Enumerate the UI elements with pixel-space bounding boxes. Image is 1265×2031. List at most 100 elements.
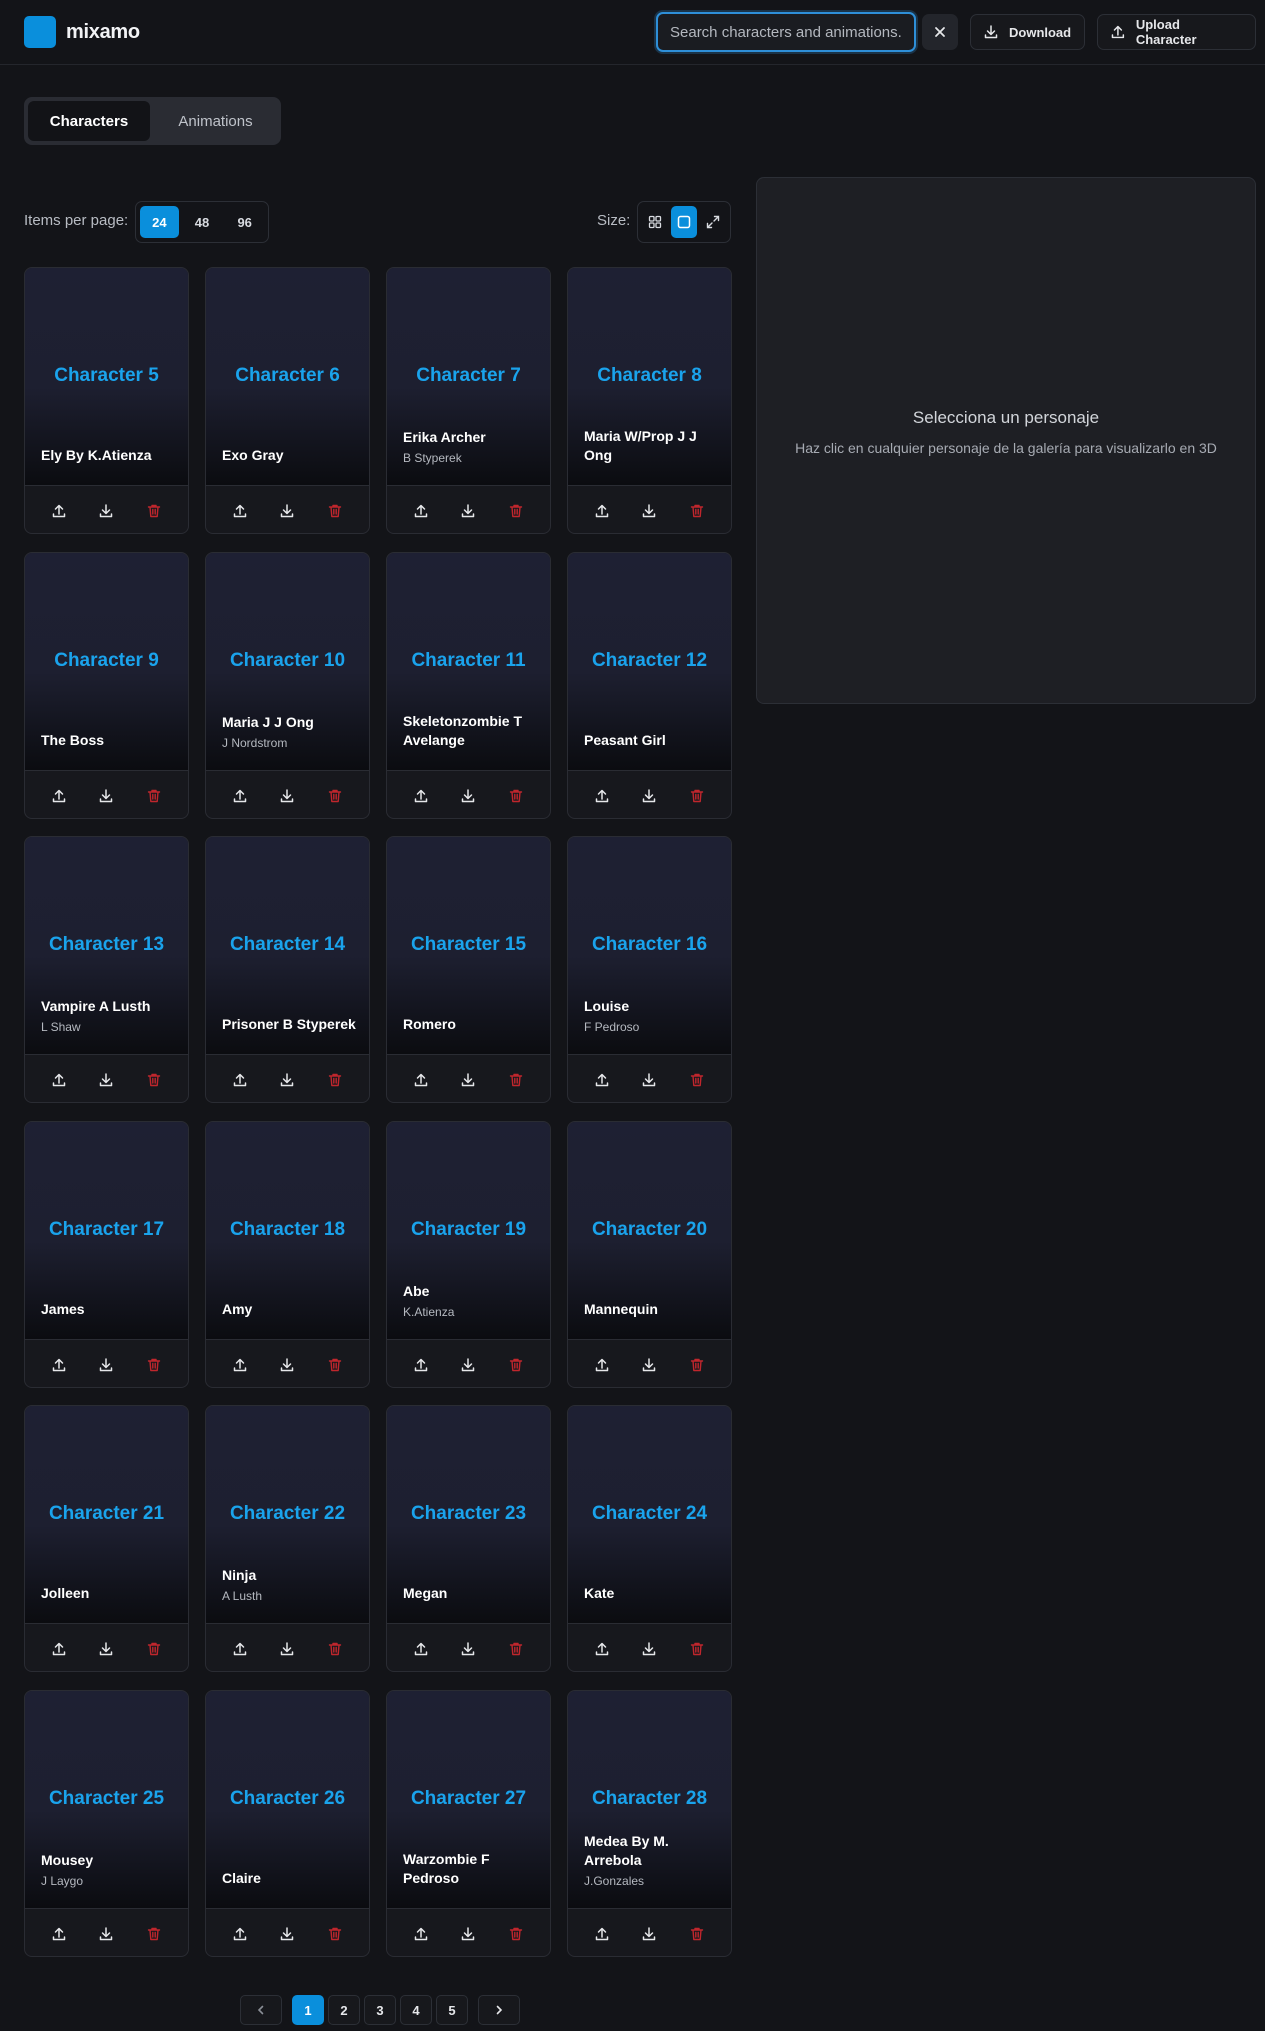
- character-preview[interactable]: Character 17 James: [25, 1122, 188, 1339]
- download-character-button[interactable]: [274, 1067, 300, 1093]
- page-4-button[interactable]: 4: [400, 1995, 432, 2025]
- download-character-button[interactable]: [274, 1921, 300, 1947]
- character-card[interactable]: Character 21 Jolleen: [24, 1405, 189, 1672]
- character-preview[interactable]: Character 6 Exo Gray: [206, 268, 369, 485]
- upload-animation-button[interactable]: [589, 1067, 615, 1093]
- upload-animation-button[interactable]: [589, 1352, 615, 1378]
- upload-animation-button[interactable]: [46, 1352, 72, 1378]
- download-character-button[interactable]: [274, 498, 300, 524]
- upload-animation-button[interactable]: [227, 1352, 253, 1378]
- download-character-button[interactable]: [274, 1352, 300, 1378]
- upload-animation-button[interactable]: [227, 1921, 253, 1947]
- delete-character-button[interactable]: [684, 498, 710, 524]
- upload-animation-button[interactable]: [46, 1636, 72, 1662]
- upload-animation-button[interactable]: [589, 498, 615, 524]
- download-character-button[interactable]: [636, 1352, 662, 1378]
- character-card[interactable]: Character 16 Louise F Pedroso: [567, 836, 732, 1103]
- character-card[interactable]: Character 14 Prisoner B Styperek: [205, 836, 370, 1103]
- download-character-button[interactable]: [455, 1352, 481, 1378]
- delete-character-button[interactable]: [322, 1636, 348, 1662]
- download-character-button[interactable]: [636, 498, 662, 524]
- character-card[interactable]: Character 25 Mousey J Laygo: [24, 1690, 189, 1957]
- upload-animation-button[interactable]: [227, 498, 253, 524]
- character-preview[interactable]: Character 28 Medea By M. Arrebola J.Gonzal…: [568, 1691, 731, 1908]
- character-card[interactable]: Character 9 The Boss: [24, 552, 189, 819]
- character-card[interactable]: Character 12 Peasant Girl: [567, 552, 732, 819]
- upload-animation-button[interactable]: [46, 498, 72, 524]
- character-card[interactable]: Character 10 Maria J J Ong J Nordstrom: [205, 552, 370, 819]
- size-medium-button[interactable]: [670, 206, 698, 238]
- delete-character-button[interactable]: [141, 1921, 167, 1947]
- upload-animation-button[interactable]: [408, 1636, 434, 1662]
- size-small-button[interactable]: [642, 206, 669, 238]
- character-card[interactable]: Character 18 Amy: [205, 1121, 370, 1388]
- character-preview[interactable]: Character 15 Romero: [387, 837, 550, 1054]
- character-preview[interactable]: Character 23 Megan: [387, 1406, 550, 1623]
- character-preview[interactable]: Character 24 Kate: [568, 1406, 731, 1623]
- upload-animation-button[interactable]: [589, 1921, 615, 1947]
- character-card[interactable]: Character 13 Vampire A Lusth L Shaw: [24, 836, 189, 1103]
- download-character-button[interactable]: [93, 1636, 119, 1662]
- character-preview[interactable]: Character 10 Maria J J Ong J Nordstrom: [206, 553, 369, 770]
- character-preview[interactable]: Character 20 Mannequin: [568, 1122, 731, 1339]
- character-card[interactable]: Character 20 Mannequin: [567, 1121, 732, 1388]
- character-preview[interactable]: Character 22 Ninja A Lusth: [206, 1406, 369, 1623]
- page-5-button[interactable]: 5: [436, 1995, 468, 2025]
- character-card[interactable]: Character 7 Erika Archer B Styperek: [386, 267, 551, 534]
- page-1-button[interactable]: 1: [292, 1995, 324, 2025]
- upload-animation-button[interactable]: [408, 1921, 434, 1947]
- prev-page-button[interactable]: [240, 1995, 282, 2025]
- character-preview[interactable]: Character 9 The Boss: [25, 553, 188, 770]
- character-preview[interactable]: Character 27 Warzombie F Pedroso: [387, 1691, 550, 1908]
- tab-animations[interactable]: Animations: [154, 101, 277, 141]
- download-character-button[interactable]: [93, 498, 119, 524]
- download-character-button[interactable]: [636, 1067, 662, 1093]
- character-card[interactable]: Character 17 James: [24, 1121, 189, 1388]
- character-card[interactable]: Character 23 Megan: [386, 1405, 551, 1672]
- character-preview[interactable]: Character 16 Louise F Pedroso: [568, 837, 731, 1054]
- delete-character-button[interactable]: [503, 1067, 529, 1093]
- download-character-button[interactable]: [455, 1067, 481, 1093]
- delete-character-button[interactable]: [141, 783, 167, 809]
- character-preview[interactable]: Character 5 Ely By K.Atienza: [25, 268, 188, 485]
- delete-character-button[interactable]: [322, 1921, 348, 1947]
- character-preview[interactable]: Character 7 Erika Archer B Styperek: [387, 268, 550, 485]
- character-card[interactable]: Character 15 Romero: [386, 836, 551, 1103]
- upload-animation-button[interactable]: [589, 1636, 615, 1662]
- character-preview[interactable]: Character 21 Jolleen: [25, 1406, 188, 1623]
- download-character-button[interactable]: [274, 783, 300, 809]
- search-input[interactable]: [658, 14, 914, 50]
- upload-animation-button[interactable]: [408, 498, 434, 524]
- character-preview[interactable]: Character 14 Prisoner B Styperek: [206, 837, 369, 1054]
- upload-animation-button[interactable]: [227, 1067, 253, 1093]
- character-card[interactable]: Character 6 Exo Gray: [205, 267, 370, 534]
- download-character-button[interactable]: [455, 1636, 481, 1662]
- download-character-button[interactable]: [93, 1352, 119, 1378]
- search-box[interactable]: [656, 12, 916, 52]
- delete-character-button[interactable]: [684, 783, 710, 809]
- character-preview[interactable]: Character 11 Skeletonzombie T Avelange: [387, 553, 550, 770]
- clear-search-button[interactable]: [922, 14, 958, 50]
- items-per-page-24[interactable]: 24: [140, 206, 179, 238]
- delete-character-button[interactable]: [684, 1352, 710, 1378]
- delete-character-button[interactable]: [322, 1067, 348, 1093]
- delete-character-button[interactable]: [684, 1067, 710, 1093]
- delete-character-button[interactable]: [503, 783, 529, 809]
- delete-character-button[interactable]: [322, 783, 348, 809]
- delete-character-button[interactable]: [503, 498, 529, 524]
- character-preview[interactable]: Character 26 Claire: [206, 1691, 369, 1908]
- size-large-button[interactable]: [699, 206, 726, 238]
- upload-animation-button[interactable]: [46, 1921, 72, 1947]
- character-card[interactable]: Character 26 Claire: [205, 1690, 370, 1957]
- character-card[interactable]: Character 24 Kate: [567, 1405, 732, 1672]
- download-character-button[interactable]: [636, 1636, 662, 1662]
- upload-animation-button[interactable]: [227, 783, 253, 809]
- character-preview[interactable]: Character 12 Peasant Girl: [568, 553, 731, 770]
- delete-character-button[interactable]: [684, 1921, 710, 1947]
- delete-character-button[interactable]: [141, 1636, 167, 1662]
- download-character-button[interactable]: [93, 1067, 119, 1093]
- items-per-page-48[interactable]: 48: [183, 206, 222, 238]
- delete-character-button[interactable]: [322, 498, 348, 524]
- character-card[interactable]: Character 5 Ely By K.Atienza: [24, 267, 189, 534]
- character-card[interactable]: Character 11 Skeletonzombie T Avelange: [386, 552, 551, 819]
